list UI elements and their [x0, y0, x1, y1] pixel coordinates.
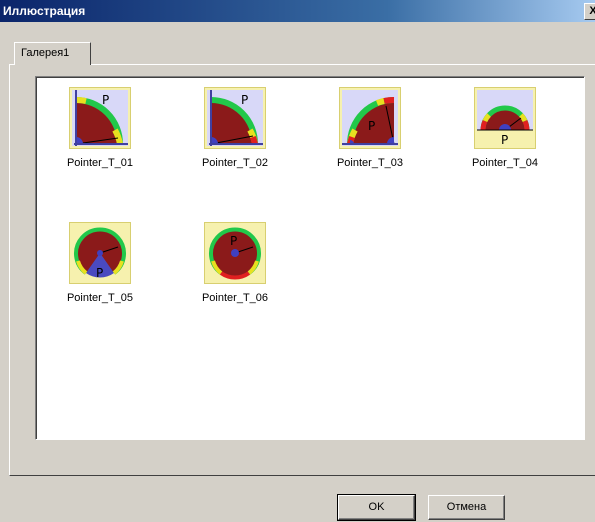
thumbnail: P: [69, 87, 131, 149]
svg-text:P: P: [241, 93, 248, 107]
ok-button[interactable]: OK: [337, 494, 416, 521]
round-gauge-icon: P: [207, 225, 263, 281]
svg-text:P: P: [501, 133, 508, 146]
gallery-item-label: Pointer_T_04: [471, 157, 539, 169]
svg-text:P: P: [230, 234, 237, 248]
gallery-item-label: Pointer_T_05: [66, 292, 134, 304]
gallery-item-pointer-t-03[interactable]: P Pointer_T_03: [326, 82, 414, 182]
round-gauge-wedge-icon: P: [72, 225, 128, 281]
gallery-item-label: Pointer_T_06: [201, 292, 269, 304]
tab-gallery1[interactable]: Галерея1: [14, 42, 91, 65]
gallery-item-pointer-t-02[interactable]: P Pointer_T_02: [191, 82, 279, 182]
window-title: Иллюстрация: [3, 4, 86, 18]
tab-label: Галерея1: [21, 47, 70, 59]
gallery-item-pointer-t-01[interactable]: P Pointer_T_01: [56, 82, 144, 182]
quarter-gauge-left-icon: P: [72, 90, 128, 146]
thumbnail: P: [474, 87, 536, 149]
gallery-item-label: Pointer_T_02: [201, 157, 269, 169]
gallery-item-label: Pointer_T_03: [336, 157, 404, 169]
cancel-button[interactable]: Отмена: [428, 495, 505, 520]
gallery-list: P Pointer_T_01 P Pointer_T_02 P Pointer_…: [35, 76, 585, 440]
half-gauge-icon: P: [477, 90, 533, 146]
thumbnail: P: [69, 222, 131, 284]
svg-text:P: P: [96, 266, 103, 280]
thumbnail: P: [204, 222, 266, 284]
close-button[interactable]: X: [584, 3, 595, 20]
thumbnail: P: [339, 87, 401, 149]
gallery-item-pointer-t-04[interactable]: P Pointer_T_04: [461, 82, 549, 182]
gallery-item-pointer-t-06[interactable]: P Pointer_T_06: [191, 217, 279, 317]
title-bar: Иллюстрация X: [0, 0, 595, 22]
quarter-gauge-left-icon: P: [207, 90, 263, 146]
thumbnail: P: [204, 87, 266, 149]
gallery-item-label: Pointer_T_01: [66, 157, 134, 169]
quarter-gauge-right-icon: P: [342, 90, 398, 146]
gallery-item-pointer-t-05[interactable]: P Pointer_T_05: [56, 217, 144, 317]
svg-text:P: P: [102, 93, 109, 107]
svg-text:P: P: [368, 119, 375, 133]
